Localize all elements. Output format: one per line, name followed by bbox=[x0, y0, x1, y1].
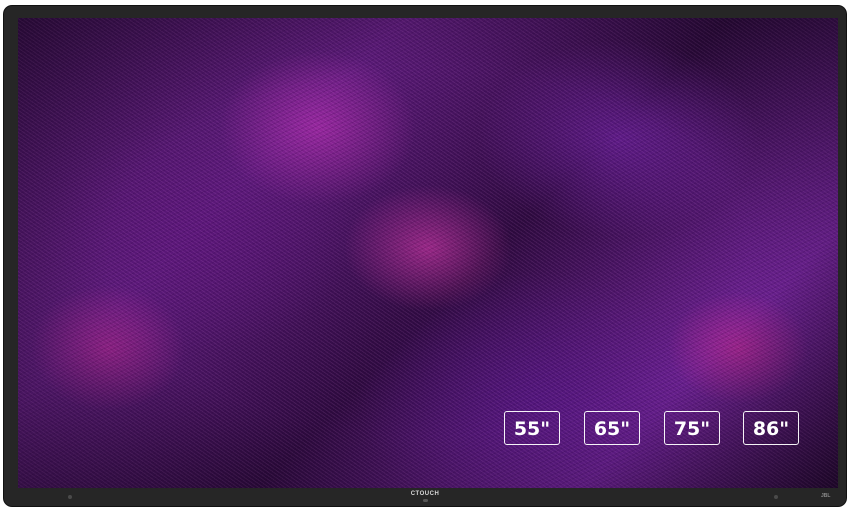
size-badge-65: 65" bbox=[584, 411, 640, 445]
touchscreen-display: 55" 65" 75" 86" CTOUCH JBL bbox=[4, 6, 846, 506]
size-badge-75: 75" bbox=[664, 411, 720, 445]
camera-icon bbox=[423, 499, 428, 502]
brand-logo: CTOUCH bbox=[410, 491, 440, 497]
display-screen-wallpaper: 55" 65" 75" 86" bbox=[18, 18, 838, 488]
size-badge-86: 86" bbox=[743, 411, 799, 445]
size-options: 55" 65" 75" 86" bbox=[18, 18, 838, 488]
ir-sensor-icon bbox=[774, 495, 778, 499]
size-badge-55: 55" bbox=[504, 411, 560, 445]
audio-brand-logo: JBL bbox=[821, 493, 831, 499]
